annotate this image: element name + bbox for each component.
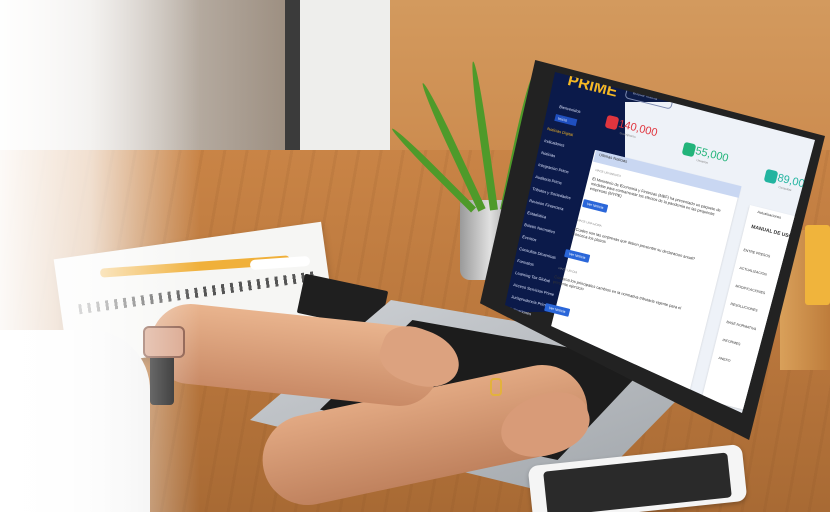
gold-ring bbox=[490, 378, 502, 396]
yellow-item bbox=[805, 225, 830, 305]
photo-scene: PRIME Buscar noticia Bienvenidos Inicio … bbox=[0, 0, 830, 512]
white-fade-overlay bbox=[0, 0, 200, 512]
